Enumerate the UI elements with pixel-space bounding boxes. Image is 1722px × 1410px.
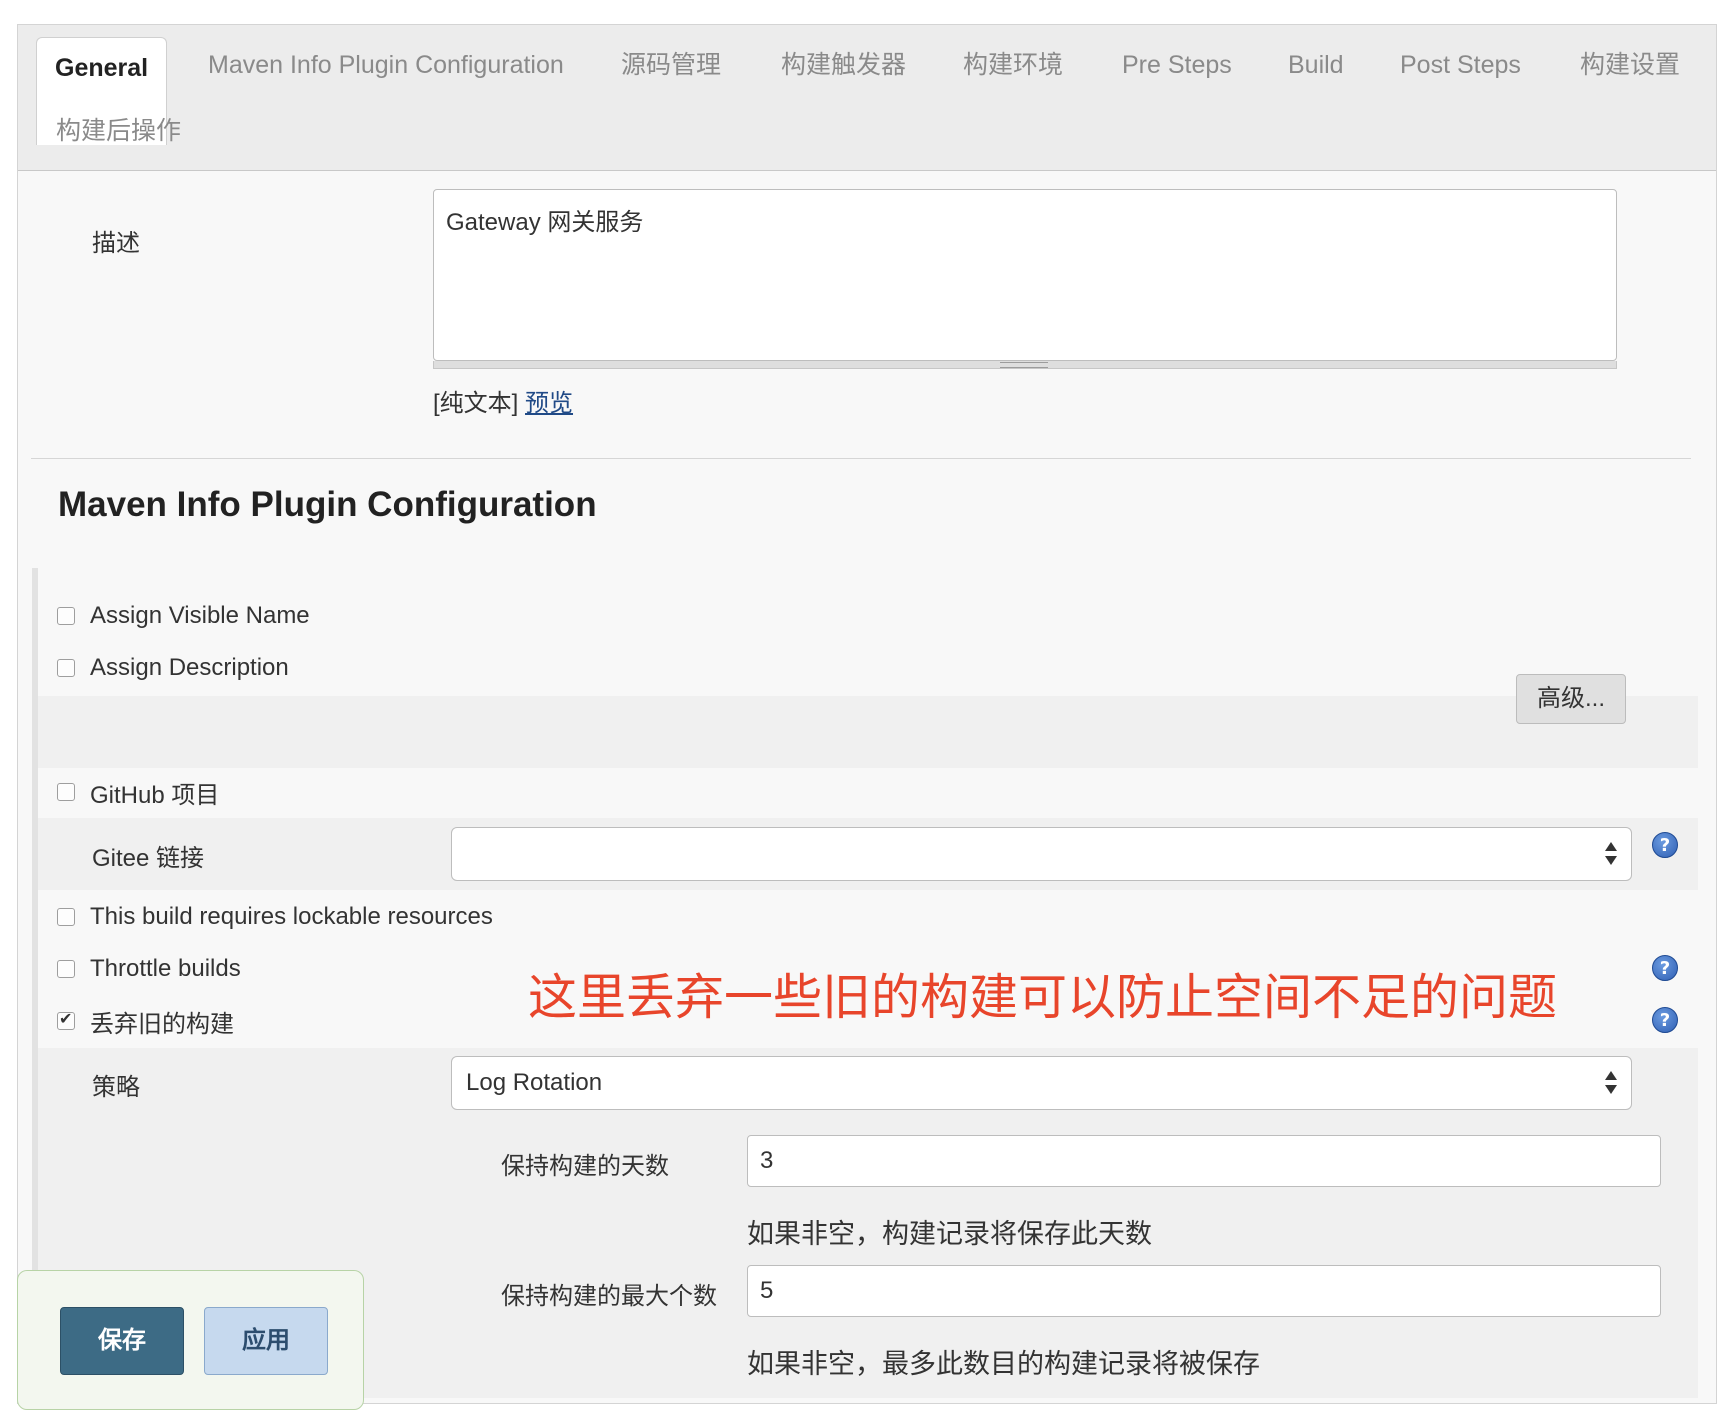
gitee-select[interactable] [451, 827, 1632, 881]
throttle-help-icon[interactable]: ? [1652, 955, 1678, 981]
github-project-label: GitHub 项目 [90, 781, 220, 809]
tab-build[interactable]: Build [1288, 45, 1344, 85]
assign-visible-name-checkbox[interactable] [57, 607, 75, 625]
preview-link[interactable]: 预览 [525, 390, 573, 417]
github-project-row[interactable]: GitHub 项目 [57, 777, 220, 809]
tab-bar: General Maven Info Plugin Configuration … [18, 25, 1716, 171]
max-builds-hint: 如果非空，最多此数目的构建记录将被保存 [747, 1349, 1260, 1379]
apply-button[interactable]: 应用 [204, 1307, 328, 1375]
description-label: 描述 [92, 230, 140, 257]
lockable-checkbox[interactable] [57, 908, 75, 926]
assign-description-label: Assign Description [90, 654, 289, 681]
throttle-checkbox[interactable] [57, 960, 75, 978]
strategy-label: 策略 [92, 1074, 140, 1101]
tab-build-settings[interactable]: 构建设置 [1580, 45, 1680, 85]
throttle-label: Throttle builds [90, 955, 241, 982]
select-arrows-icon [1605, 840, 1617, 868]
tab-pre-steps[interactable]: Pre Steps [1122, 45, 1232, 85]
lockable-label: This build requires lockable resources [90, 903, 493, 930]
section-divider [31, 458, 1691, 459]
discard-old-row[interactable]: 丢弃旧的构建 [57, 1006, 234, 1038]
throttle-row[interactable]: Throttle builds [57, 954, 241, 984]
strategy-select-value: Log Rotation [466, 1069, 603, 1096]
section-title: Maven Info Plugin Configuration [58, 485, 597, 524]
tab-build-env[interactable]: 构建环境 [963, 45, 1063, 85]
assign-description-checkbox[interactable] [57, 659, 75, 677]
tab-post-steps[interactable]: Post Steps [1400, 45, 1521, 85]
max-builds-input[interactable]: 5 [747, 1265, 1661, 1317]
textarea-resize-grip[interactable] [433, 361, 1617, 369]
gitee-help-icon[interactable]: ? [1652, 832, 1678, 858]
select-arrows-icon [1605, 1069, 1617, 1097]
discard-old-help-icon[interactable]: ? [1652, 1007, 1678, 1033]
advanced-band [38, 696, 1698, 768]
github-project-checkbox[interactable] [57, 783, 75, 801]
lockable-row[interactable]: This build requires lockable resources [57, 902, 493, 932]
tab-maven-info[interactable]: Maven Info Plugin Configuration [208, 45, 564, 85]
tab-build-triggers[interactable]: 构建触发器 [781, 45, 906, 85]
annotation-text: 这里丢弃一些旧的构建可以防止空间不足的问题 [528, 971, 1558, 1025]
days-to-keep-input[interactable]: 3 [747, 1135, 1661, 1187]
format-label: [纯文本] [433, 390, 519, 417]
strategy-select[interactable]: Log Rotation [451, 1056, 1632, 1110]
gitee-label: Gitee 链接 [92, 845, 205, 872]
days-to-keep-hint: 如果非空，构建记录将保存此天数 [747, 1219, 1152, 1249]
assign-description-row[interactable]: Assign Description [57, 653, 289, 683]
discard-old-checkbox[interactable] [57, 1009, 75, 1030]
max-builds-label: 保持构建的最大个数 [501, 1283, 717, 1310]
discard-old-label: 丢弃旧的构建 [90, 1010, 234, 1038]
description-textarea[interactable]: Gateway 网关服务 [433, 189, 1617, 361]
assign-visible-name-row[interactable]: Assign Visible Name [57, 601, 310, 631]
days-to-keep-label: 保持构建的天数 [501, 1153, 669, 1180]
tab-post-build[interactable]: 构建后操作 [56, 111, 181, 151]
description-format: [纯文本] 预览 [433, 383, 573, 418]
advanced-button[interactable]: 高级... [1516, 674, 1626, 724]
save-button[interactable]: 保存 [60, 1307, 184, 1375]
tab-source-control[interactable]: 源码管理 [621, 45, 721, 85]
assign-visible-name-label: Assign Visible Name [90, 602, 310, 629]
